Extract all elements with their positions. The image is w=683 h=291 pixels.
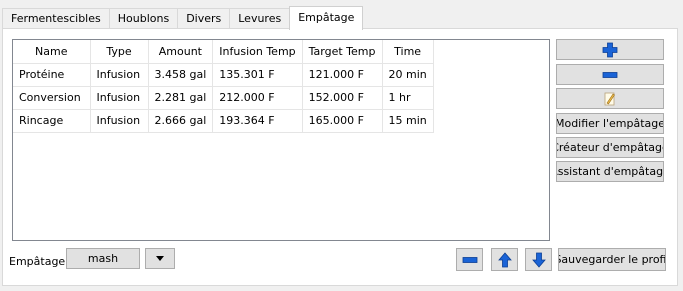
mash-steps-table: Name Type Amount Infusion Temp Target Te…: [12, 39, 550, 241]
cell-time[interactable]: 1 hr: [382, 86, 434, 110]
table-row[interactable]: Conversion Infusion 2.281 gal 212.000 F …: [13, 86, 434, 110]
mash-creator-button[interactable]: Créateur d'empâtage: [556, 137, 664, 158]
arrow-down-icon: [531, 252, 546, 268]
remove-mash-step-button[interactable]: [556, 64, 664, 85]
modify-mash-button[interactable]: Modifier l'empâtage: [556, 113, 664, 134]
column-header-time[interactable]: Time: [382, 40, 434, 64]
cell-amount[interactable]: 2.666 gal: [148, 109, 214, 133]
column-header-infusion-temp[interactable]: Infusion Temp: [212, 40, 303, 64]
edit-icon: [604, 92, 615, 105]
tab-fermentescibles[interactable]: Fermentescibles: [2, 8, 110, 29]
cell-infusion-temp[interactable]: 193.364 F: [212, 109, 303, 133]
cell-target-temp[interactable]: 165.000 F: [302, 109, 383, 133]
cell-infusion-temp[interactable]: 135.301 F: [212, 63, 303, 87]
save-profile-button[interactable]: Sauvegarder le profil: [558, 248, 666, 271]
tab-houblons[interactable]: Houblons: [108, 8, 179, 29]
cell-type[interactable]: Infusion: [90, 63, 149, 87]
plus-icon: [602, 42, 618, 57]
cell-amount[interactable]: 3.458 gal: [148, 63, 214, 87]
mash-dropdown[interactable]: [145, 248, 175, 269]
cell-name[interactable]: Conversion: [13, 86, 91, 110]
minus-icon: [602, 71, 618, 78]
mash-name-button[interactable]: mash: [66, 248, 140, 269]
tab-levures[interactable]: Levures: [229, 8, 291, 29]
move-step-up-button[interactable]: [491, 248, 518, 271]
remove-mash-button[interactable]: [456, 248, 483, 271]
mash-label: Empâtage: [9, 255, 66, 268]
table-row[interactable]: Protéine Infusion 3.458 gal 135.301 F 12…: [13, 63, 434, 87]
arrow-up-icon: [497, 251, 512, 267]
table-row[interactable]: Rincage Infusion 2.666 gal 193.364 F 165…: [13, 109, 434, 133]
minus-icon: [462, 256, 477, 263]
cell-name[interactable]: Rincage: [13, 109, 91, 133]
tab-empatage[interactable]: Empâtage: [289, 6, 364, 30]
cell-infusion-temp[interactable]: 212.000 F: [212, 86, 303, 110]
cell-type[interactable]: Infusion: [90, 109, 149, 133]
chevron-down-icon: [156, 256, 164, 261]
move-step-down-button[interactable]: [525, 248, 552, 271]
column-header-name[interactable]: Name: [13, 40, 91, 64]
cell-time[interactable]: 15 min: [382, 109, 434, 133]
cell-time[interactable]: 20 min: [382, 63, 434, 87]
cell-target-temp[interactable]: 121.000 F: [302, 63, 383, 87]
tab-bar: Fermentescibles Houblons Divers Levures …: [2, 6, 364, 30]
column-header-target-temp[interactable]: Target Temp: [302, 40, 383, 64]
mash-wizard-button[interactable]: Assistant d'empâtage: [556, 161, 664, 182]
table-header-row: Name Type Amount Infusion Temp Target Te…: [13, 40, 434, 64]
cell-type[interactable]: Infusion: [90, 86, 149, 110]
column-header-amount[interactable]: Amount: [148, 40, 214, 64]
column-header-type[interactable]: Type: [90, 40, 149, 64]
cell-target-temp[interactable]: 152.000 F: [302, 86, 383, 110]
add-mash-step-button[interactable]: [556, 39, 664, 60]
cell-amount[interactable]: 2.281 gal: [148, 86, 214, 110]
edit-mash-step-button[interactable]: [556, 88, 664, 109]
mash-panel: Name Type Amount Infusion Temp Target Te…: [2, 28, 678, 286]
cell-name[interactable]: Protéine: [13, 63, 91, 87]
tab-divers[interactable]: Divers: [177, 8, 231, 29]
